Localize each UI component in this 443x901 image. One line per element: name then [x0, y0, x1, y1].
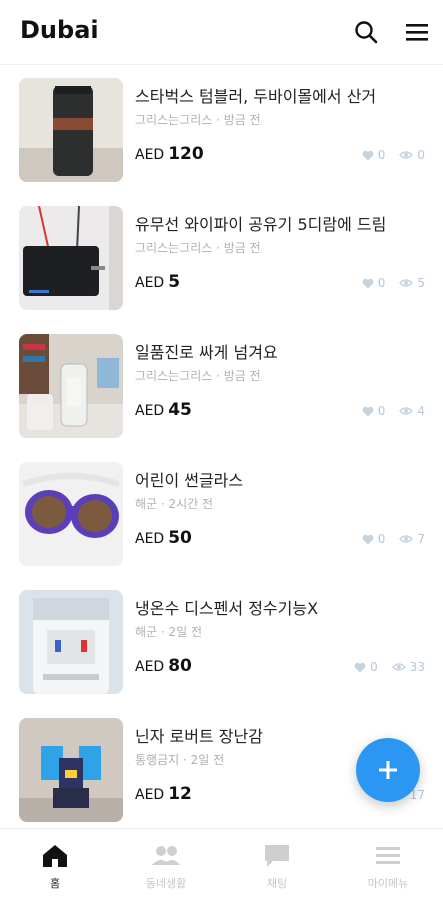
- view-count: 0: [417, 148, 425, 162]
- item-stats: 0 33: [354, 660, 425, 674]
- item-title: 일품진로 싸게 넘겨요: [135, 343, 278, 362]
- currency-label: AED: [135, 531, 165, 547]
- heart-icon: [362, 278, 374, 288]
- home-icon: [43, 845, 67, 867]
- item-title: 닌자 로버트 장난감: [135, 727, 263, 746]
- view-count: 4: [417, 404, 425, 418]
- bottom-tab-bar: 홈 동네생활 채팅 마이메뉴: [0, 828, 443, 901]
- item-meta: 그리스는그리스 · 방금 전: [135, 113, 261, 127]
- price-value: 120: [168, 144, 204, 164]
- list-item[interactable]: 스타벅스 텀블러, 두바이몰에서 산거 그리스는그리스 · 방금 전 AED 12…: [0, 65, 443, 194]
- tab-label: 채팅: [266, 877, 288, 890]
- item-title: 스타벅스 텀블러, 두바이몰에서 산거: [135, 87, 377, 106]
- product-thumbnail: [19, 78, 123, 182]
- item-title: 어린이 썬글라스: [135, 471, 244, 490]
- eye-icon: [399, 407, 414, 415]
- item-meta: 통행금지 · 2일 전: [135, 753, 225, 767]
- list-item[interactable]: 냉온수 디스펜서 정수기능X 해군 · 2일 전 AED 80 0 33: [0, 577, 443, 706]
- add-post-button[interactable]: [356, 738, 420, 802]
- plus-icon: [379, 761, 397, 779]
- price-value: 80: [168, 656, 192, 676]
- item-price: AED 50: [135, 528, 192, 548]
- view-count: 7: [417, 532, 425, 546]
- item-price: AED 5: [135, 272, 180, 292]
- view-count: 33: [409, 660, 425, 674]
- price-value: 5: [168, 272, 181, 292]
- list-item[interactable]: 유무선 와이파이 공유기 5디람에 드림 그리스는그리스 · 방금 전 AED 5…: [0, 193, 443, 322]
- people-icon: [152, 846, 180, 865]
- hamburger-menu-icon[interactable]: [403, 18, 431, 46]
- currency-label: AED: [135, 275, 165, 291]
- heart-icon: [362, 150, 374, 160]
- currency-label: AED: [135, 659, 165, 675]
- tab-label: 마이메뉴: [367, 877, 409, 890]
- heart-icon: [362, 406, 374, 416]
- product-thumbnail: [19, 462, 123, 566]
- tab-label: 홈: [49, 877, 61, 890]
- list-item[interactable]: 일품진로 싸게 넘겨요 그리스는그리스 · 방금 전 AED 45 0 4: [0, 321, 443, 450]
- currency-label: AED: [135, 147, 165, 163]
- like-count: 0: [377, 148, 386, 162]
- item-stats: 0 5: [362, 276, 425, 290]
- tab-neighborhood[interactable]: 동네생활: [111, 829, 221, 901]
- list-item[interactable]: 어린이 썬글라스 해군 · 2시간 전 AED 50 0 7: [0, 449, 443, 578]
- price-value: 50: [168, 528, 192, 548]
- item-meta: 해군 · 2일 전: [135, 625, 203, 639]
- item-stats: 0 7: [362, 532, 425, 546]
- search-icon[interactable]: [352, 18, 380, 46]
- item-stats: 0 0: [362, 148, 425, 162]
- tab-home[interactable]: 홈: [0, 829, 110, 901]
- like-count: 0: [377, 404, 386, 418]
- item-stats: 0 4: [362, 404, 425, 418]
- view-count: 5: [417, 276, 425, 290]
- product-thumbnail: [19, 206, 123, 310]
- menu-icon: [376, 847, 400, 864]
- item-price: AED 80: [135, 656, 192, 676]
- heart-icon: [362, 534, 374, 544]
- price-value: 12: [168, 784, 192, 804]
- heart-icon: [354, 662, 366, 672]
- item-meta: 해군 · 2시간 전: [135, 497, 214, 511]
- product-thumbnail: [19, 334, 123, 438]
- item-meta: 그리스는그리스 · 방금 전: [135, 369, 261, 383]
- eye-icon: [399, 279, 414, 287]
- item-title: 유무선 와이파이 공유기 5디람에 드림: [135, 215, 387, 234]
- item-price: AED 120: [135, 144, 204, 164]
- like-count: 0: [377, 276, 386, 290]
- product-thumbnail: [19, 718, 123, 822]
- product-thumbnail: [19, 590, 123, 694]
- eye-icon: [399, 535, 414, 543]
- currency-label: AED: [135, 787, 165, 803]
- item-title: 냉온수 디스펜서 정수기능X: [135, 599, 319, 618]
- eye-icon: [399, 151, 414, 159]
- tab-label: 동네생활: [145, 877, 187, 890]
- tab-chat[interactable]: 채팅: [222, 829, 332, 901]
- page-title: Dubai: [20, 16, 99, 44]
- eye-icon: [391, 663, 406, 671]
- app-header: Dubai: [0, 0, 443, 65]
- price-value: 45: [168, 400, 192, 420]
- like-count: 0: [377, 532, 386, 546]
- item-price: AED 45: [135, 400, 192, 420]
- item-meta: 그리스는그리스 · 방금 전: [135, 241, 261, 255]
- chat-icon: [265, 845, 289, 867]
- currency-label: AED: [135, 403, 165, 419]
- tab-my-menu[interactable]: 마이메뉴: [333, 829, 443, 901]
- like-count: 0: [370, 660, 378, 674]
- item-price: AED 12: [135, 784, 192, 804]
